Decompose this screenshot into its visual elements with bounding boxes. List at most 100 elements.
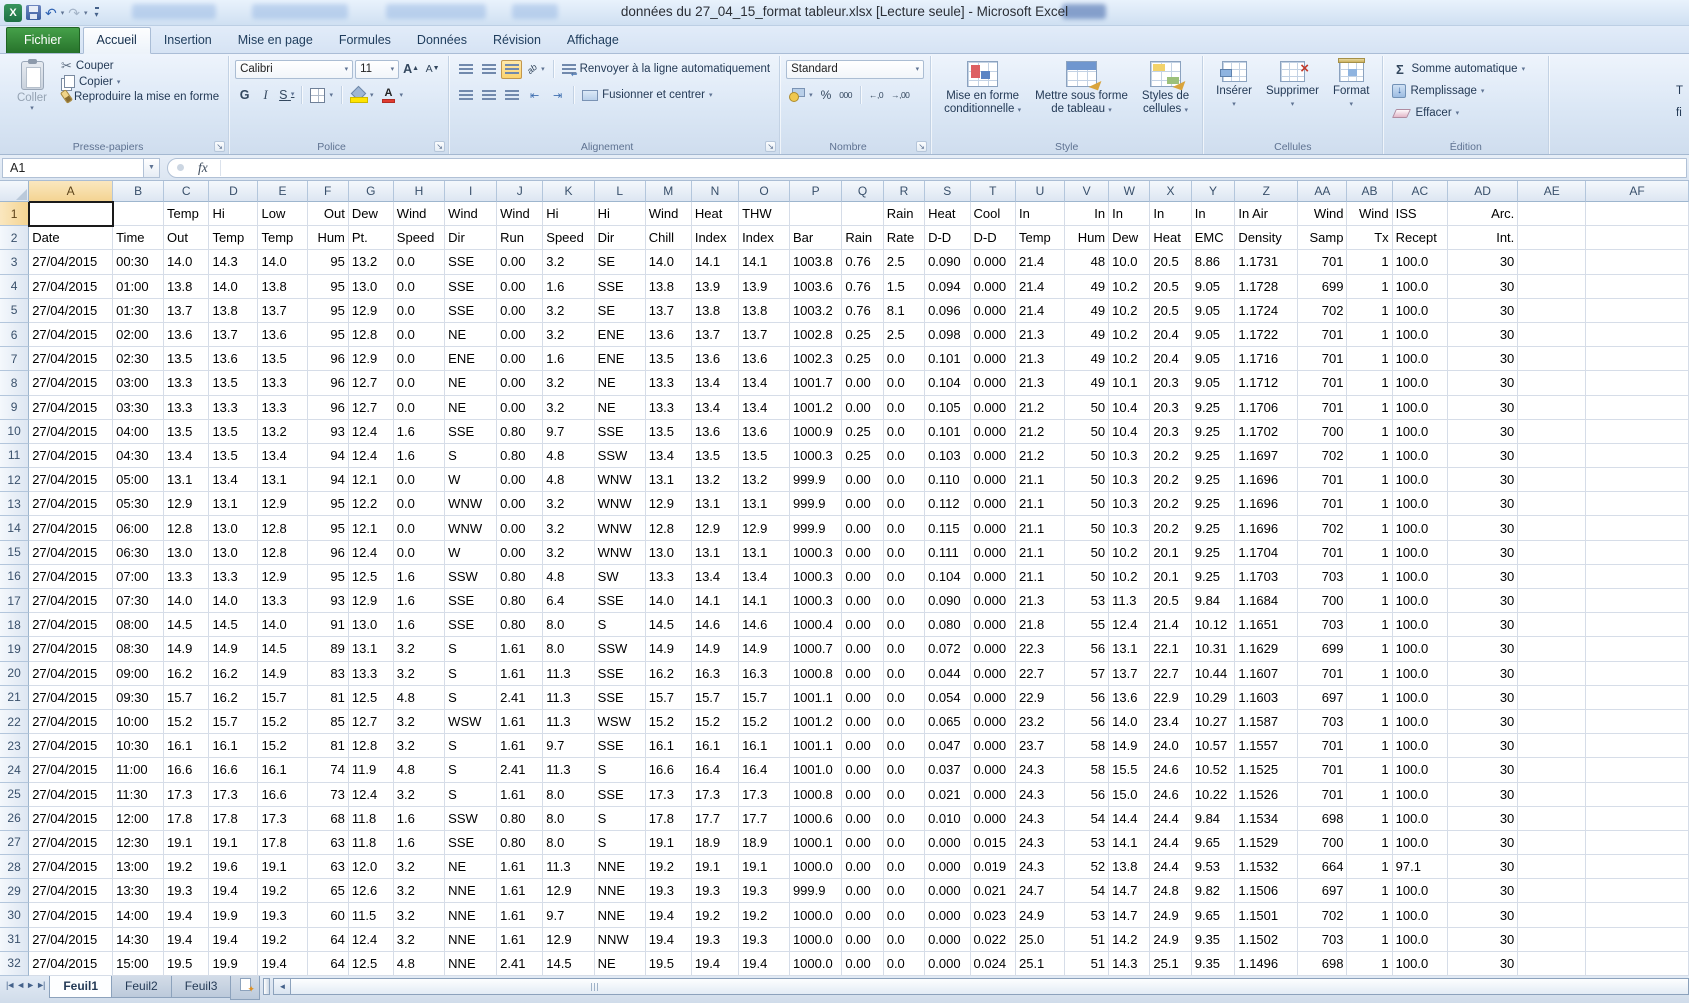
cell-W7[interactable]: 10.2 — [1109, 347, 1150, 371]
cell-AC7[interactable]: 100.0 — [1393, 347, 1448, 371]
cell-H6[interactable]: 0.0 — [394, 323, 445, 347]
cell-AF2[interactable] — [1586, 226, 1689, 250]
customize-qat-icon[interactable]: ▾ — [95, 7, 99, 19]
cell-K11[interactable]: 4.8 — [543, 444, 594, 468]
shrink-font-button[interactable]: A▼ — [423, 60, 442, 79]
row-header-12[interactable]: 12 — [0, 468, 29, 492]
cell-S13[interactable]: 0.112 — [925, 492, 970, 516]
redo-dropdown-arrow-icon[interactable]: ▾ — [84, 9, 88, 17]
cell-D3[interactable]: 14.3 — [209, 250, 258, 274]
cell-C16[interactable]: 13.3 — [164, 565, 209, 589]
cell-F26[interactable]: 68 — [308, 807, 349, 831]
cell-I31[interactable]: NNE — [445, 928, 497, 952]
font-size-dropdown-arrow-icon[interactable]: ▾ — [385, 65, 395, 73]
cell-AD6[interactable]: 30 — [1448, 323, 1518, 347]
cell-T12[interactable]: 0.000 — [971, 468, 1016, 492]
cell-AD13[interactable]: 30 — [1448, 492, 1518, 516]
cell-M31[interactable]: 19.4 — [646, 928, 692, 952]
cell-Z26[interactable]: 1.1534 — [1235, 807, 1298, 831]
cell-Z28[interactable]: 1.1532 — [1235, 855, 1298, 879]
cell-X28[interactable]: 24.4 — [1150, 855, 1191, 879]
cell-U20[interactable]: 22.7 — [1016, 662, 1065, 686]
cell-E26[interactable]: 17.3 — [258, 807, 307, 831]
cell-X24[interactable]: 24.6 — [1150, 758, 1191, 782]
cell-G29[interactable]: 12.6 — [349, 879, 394, 903]
cell-Q14[interactable]: 0.00 — [842, 516, 883, 540]
cell-N7[interactable]: 13.6 — [692, 347, 739, 371]
cell-AE23[interactable] — [1518, 734, 1586, 758]
font-family-select[interactable]: Calibri ▾ — [235, 60, 353, 79]
cell-J30[interactable]: 1.61 — [497, 903, 543, 927]
tab-accueil[interactable]: Accueil — [83, 27, 151, 54]
cell-AE12[interactable] — [1518, 468, 1586, 492]
cell-K10[interactable]: 9.7 — [543, 420, 594, 444]
cell-V5[interactable]: 49 — [1065, 299, 1109, 323]
cell-L1[interactable]: Hi — [595, 202, 646, 226]
cell-F7[interactable]: 96 — [308, 347, 349, 371]
cell-L18[interactable]: S — [595, 613, 646, 637]
cell-V27[interactable]: 53 — [1065, 831, 1109, 855]
cell-O27[interactable]: 18.9 — [739, 831, 790, 855]
cell-X5[interactable]: 20.5 — [1150, 299, 1191, 323]
cell-S8[interactable]: 0.104 — [925, 371, 970, 395]
cell-AD17[interactable]: 30 — [1448, 589, 1518, 613]
cell-E7[interactable]: 13.5 — [258, 347, 307, 371]
cell-C18[interactable]: 14.5 — [164, 613, 209, 637]
cell-H30[interactable]: 3.2 — [394, 903, 445, 927]
cell-U23[interactable]: 23.7 — [1016, 734, 1065, 758]
cell-O30[interactable]: 19.2 — [739, 903, 790, 927]
cell-H8[interactable]: 0.0 — [394, 371, 445, 395]
cell-R18[interactable]: 0.0 — [884, 613, 925, 637]
cell-E25[interactable]: 16.6 — [258, 783, 307, 807]
cell-K28[interactable]: 11.3 — [543, 855, 594, 879]
cell-F19[interactable]: 89 — [308, 637, 349, 661]
cell-O6[interactable]: 13.7 — [739, 323, 790, 347]
cut-button[interactable]: ✂ Couper — [58, 58, 222, 74]
cell-K15[interactable]: 3.2 — [543, 541, 594, 565]
cell-F20[interactable]: 83 — [308, 662, 349, 686]
cell-AA27[interactable]: 700 — [1298, 831, 1347, 855]
cell-R1[interactable]: Rain — [884, 202, 925, 226]
cell-N13[interactable]: 13.1 — [692, 492, 739, 516]
cell-H22[interactable]: 3.2 — [394, 710, 445, 734]
column-header-AC[interactable]: AC — [1393, 181, 1448, 202]
cell-D2[interactable]: Temp — [209, 226, 258, 250]
cell-AA6[interactable]: 701 — [1298, 323, 1347, 347]
hscroll-thumb[interactable] — [291, 978, 1689, 995]
cell-U14[interactable]: 21.1 — [1016, 516, 1065, 540]
cell-U25[interactable]: 24.3 — [1016, 783, 1065, 807]
cell-AF22[interactable] — [1586, 710, 1689, 734]
cell-M29[interactable]: 19.3 — [646, 879, 692, 903]
cell-A16[interactable]: 27/04/2015 — [29, 565, 113, 589]
cell-AC14[interactable]: 100.0 — [1393, 516, 1448, 540]
cell-AB7[interactable]: 1 — [1347, 347, 1392, 371]
cell-N2[interactable]: Index — [692, 226, 739, 250]
previous-sheet-icon[interactable]: ◄ — [16, 980, 23, 990]
cell-B27[interactable]: 12:30 — [113, 831, 164, 855]
cell-S10[interactable]: 0.101 — [925, 420, 970, 444]
cell-C8[interactable]: 13.3 — [164, 371, 209, 395]
cell-A31[interactable]: 27/04/2015 — [29, 928, 113, 952]
cell-M13[interactable]: 12.9 — [646, 492, 692, 516]
cell-B1[interactable] — [113, 202, 164, 226]
cell-L14[interactable]: WNW — [595, 516, 646, 540]
comma-style-button[interactable]: 000 — [836, 89, 855, 101]
delete-cells-button[interactable]: Supprimer ▾ — [1259, 58, 1326, 138]
cell-B18[interactable]: 08:00 — [113, 613, 164, 637]
cell-V14[interactable]: 50 — [1065, 516, 1109, 540]
cell-N18[interactable]: 14.6 — [692, 613, 739, 637]
cell-J8[interactable]: 0.00 — [497, 371, 543, 395]
name-box[interactable]: A1 — [2, 158, 144, 178]
cell-K19[interactable]: 8.0 — [543, 637, 594, 661]
row-header-20[interactable]: 20 — [0, 662, 29, 686]
cell-J13[interactable]: 0.00 — [497, 492, 543, 516]
cell-R17[interactable]: 0.0 — [884, 589, 925, 613]
cell-U31[interactable]: 25.0 — [1016, 928, 1065, 952]
cell-AD22[interactable]: 30 — [1448, 710, 1518, 734]
cell-AD23[interactable]: 30 — [1448, 734, 1518, 758]
cell-C4[interactable]: 13.8 — [164, 275, 209, 299]
cell-I3[interactable]: SSE — [445, 250, 497, 274]
cell-AD29[interactable]: 30 — [1448, 879, 1518, 903]
cell-O18[interactable]: 14.6 — [739, 613, 790, 637]
cell-V20[interactable]: 57 — [1065, 662, 1109, 686]
